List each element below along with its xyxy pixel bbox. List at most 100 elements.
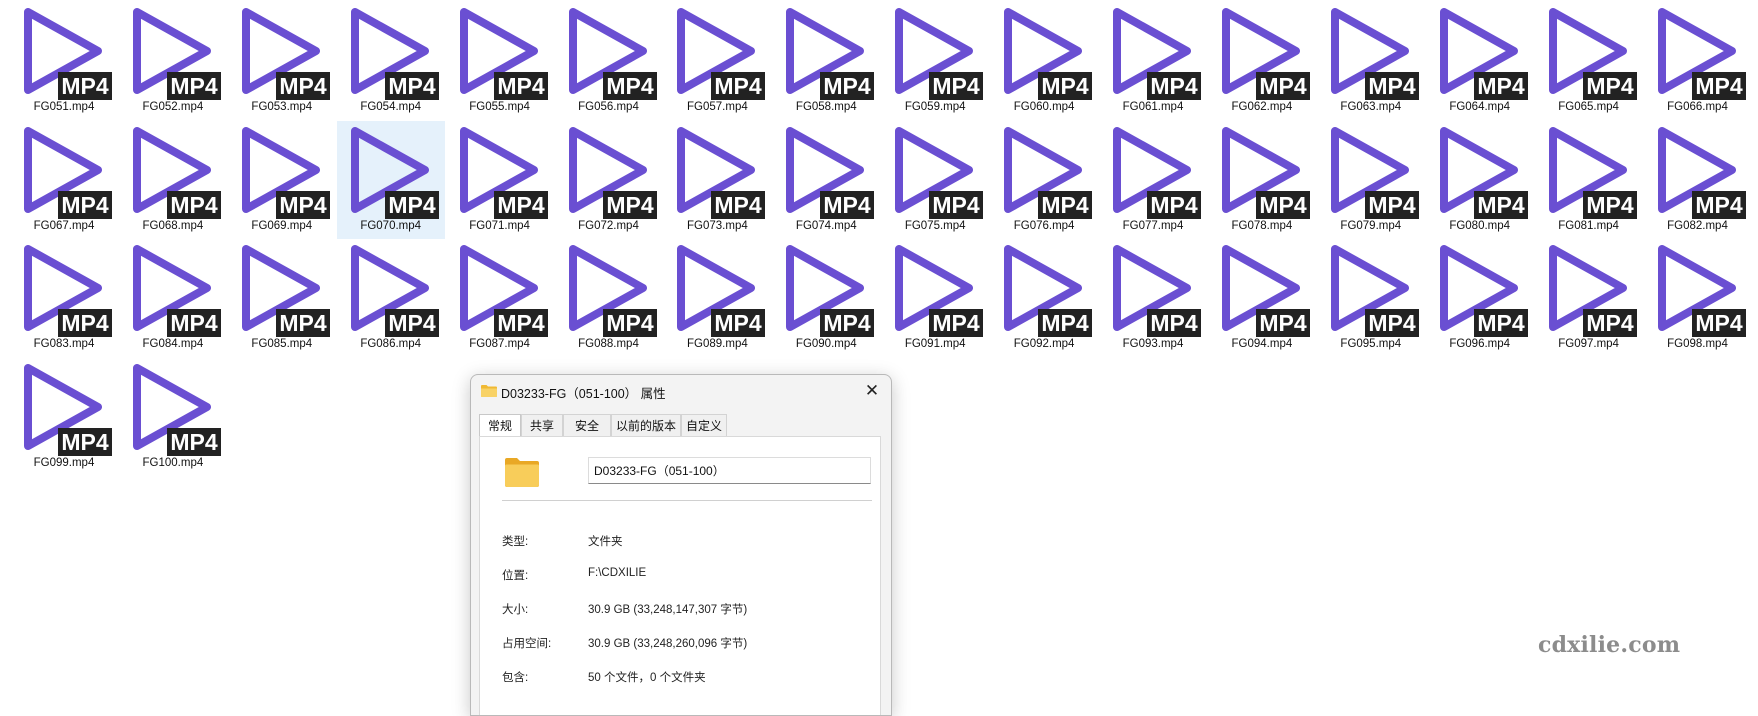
file-item[interactable]: MP4 FG094.mp4 [1208,239,1316,357]
file-item[interactable]: MP4 FG089.mp4 [663,239,771,357]
file-name: FG088.mp4 [578,338,639,350]
file-item[interactable]: MP4 FG082.mp4 [1644,121,1752,239]
dialog-title-bar[interactable]: D03233-FG（051-100） 属性 ✕ [471,375,891,407]
file-item[interactable]: MP4 FG061.mp4 [1099,2,1207,120]
file-name: FG094.mp4 [1231,338,1293,350]
file-name: FG081.mp4 [1558,219,1619,232]
file-item[interactable]: MP4 FG079.mp4 [1317,121,1425,239]
file-item[interactable]: MP4 FG058.mp4 [772,2,880,120]
tab-general[interactable]: 常规 [479,414,521,437]
mp4-video-icon: MP4 [241,8,330,100]
file-name: FG091.mp4 [904,338,966,350]
file-item[interactable]: MP4 FG073.mp4 [663,121,771,239]
mp4-video-icon: MP4 [677,126,766,219]
file-item[interactable]: MP4 FG053.mp4 [228,2,336,120]
mp4-video-icon: MP4 [24,8,112,100]
file-item[interactable]: MP4 FG097.mp4 [1535,239,1643,357]
file-item[interactable]: MP4 FG065.mp4 [1535,2,1643,120]
file-item[interactable]: MP4 FG092.mp4 [990,239,1098,357]
file-name: FG056.mp4 [578,101,639,113]
file-item[interactable]: MP4 FG072.mp4 [555,121,663,239]
mp4-video-icon: MP4 [895,245,984,337]
mp4-badge-text: MP4 [1041,192,1089,218]
file-item[interactable]: MP4 FG095.mp4 [1317,239,1425,357]
file-name: FG099.mp4 [33,456,95,469]
location-label: 位置: [502,570,529,582]
file-item[interactable]: MP4 FG088.mp4 [555,239,663,357]
file-name: FG079.mp4 [1340,219,1402,232]
divider [502,500,872,501]
file-name: FG058.mp4 [795,101,857,113]
file-item[interactable]: MP4 FG080.mp4 [1426,121,1534,239]
file-item[interactable]: MP4 FG091.mp4 [881,239,989,357]
mp4-video-icon: MP4 [459,245,548,337]
file-name: FG077.mp4 [1122,219,1184,232]
file-item[interactable]: MP4 FG068.mp4 [119,121,227,239]
mp4-video-icon: MP4 [568,8,657,100]
file-name: FG087.mp4 [469,338,530,350]
file-item[interactable]: MP4 FG062.mp4 [1208,2,1316,120]
mp4-badge-text: MP4 [170,73,218,99]
file-item[interactable]: MP4 FG081.mp4 [1535,121,1643,239]
file-item[interactable]: MP4 FG083.mp4 [10,239,118,357]
file-item[interactable]: MP4 FG075.mp4 [881,121,989,239]
mp4-video-icon: MP4 [1113,126,1201,219]
file-item[interactable]: MP4 FG057.mp4 [663,2,771,120]
file-item[interactable]: MP4 FG093.mp4 [1099,239,1207,357]
tab-customize[interactable]: 自定义 [681,414,727,436]
file-item[interactable]: MP4 FG070.mp4 [336,120,445,239]
tab-previous-versions[interactable]: 以前的版本 [611,414,681,436]
file-item[interactable]: MP4 FG100.mp4 [119,358,227,476]
file-item[interactable]: MP4 FG076.mp4 [990,121,1098,239]
mp4-video-icon: MP4 [786,8,875,100]
mp4-video-icon: MP4 [24,245,112,337]
file-item[interactable]: MP4 FG086.mp4 [337,239,445,357]
mp4-badge-text: MP4 [1150,73,1198,99]
tab-sharing[interactable]: 共享 [521,414,563,436]
file-item[interactable]: MP4 FG087.mp4 [446,239,554,357]
file-item[interactable]: MP4 FG074.mp4 [772,121,880,239]
file-item[interactable]: MP4 FG069.mp4 [228,121,336,239]
file-item[interactable]: MP4 FG064.mp4 [1426,2,1534,120]
file-name: FG076.mp4 [1013,219,1075,232]
mp4-badge-text: MP4 [388,310,436,336]
file-name: FG100.mp4 [142,456,204,469]
mp4-badge-text: MP4 [497,310,545,336]
file-item[interactable]: MP4 FG099.mp4 [10,358,118,476]
file-item[interactable]: MP4 FG085.mp4 [228,239,336,357]
tab-security[interactable]: 安全 [563,414,611,436]
file-item[interactable]: MP4 FG051.mp4 [10,2,118,120]
folder-name-input[interactable] [588,457,871,484]
file-name: FG059.mp4 [904,101,966,113]
contains-label: 包含: [502,672,529,684]
mp4-badge-text: MP4 [1477,192,1525,218]
file-item[interactable]: MP4 FG084.mp4 [119,239,227,357]
file-item[interactable]: MP4 FG098.mp4 [1644,239,1752,357]
mp4-badge-text: MP4 [1041,310,1089,336]
close-button[interactable]: ✕ [857,377,887,405]
mp4-video-icon: MP4 [1004,245,1093,337]
file-item[interactable]: MP4 FG096.mp4 [1426,239,1534,357]
file-item[interactable]: MP4 FG090.mp4 [772,239,880,357]
mp4-video-icon: MP4 [1330,126,1419,219]
file-name: FG065.mp4 [1558,101,1619,113]
file-item[interactable]: MP4 FG078.mp4 [1208,121,1316,239]
file-item[interactable]: MP4 FG067.mp4 [10,121,118,239]
file-item[interactable]: MP4 FG055.mp4 [446,2,554,120]
file-item[interactable]: MP4 FG060.mp4 [990,2,1098,120]
mp4-video-icon: MP4 [1439,126,1528,219]
file-item[interactable]: MP4 FG052.mp4 [119,2,227,120]
file-item[interactable]: MP4 FG054.mp4 [337,2,445,120]
file-item[interactable]: MP4 FG063.mp4 [1317,2,1425,120]
mp4-badge-text: MP4 [170,310,218,336]
mp4-badge-text: MP4 [933,310,981,336]
location-value: F:\CDXILIE [588,567,647,579]
file-item[interactable]: MP4 FG059.mp4 [881,2,989,120]
file-item[interactable]: MP4 FG071.mp4 [446,121,554,239]
file-item[interactable]: MP4 FG056.mp4 [555,2,663,120]
file-item[interactable]: MP4 FG077.mp4 [1099,121,1207,239]
mp4-video-icon: MP4 [1548,126,1637,219]
mp4-badge-text: MP4 [1150,310,1198,336]
file-name: FG093.mp4 [1122,338,1184,350]
file-item[interactable]: MP4 FG066.mp4 [1644,2,1752,120]
